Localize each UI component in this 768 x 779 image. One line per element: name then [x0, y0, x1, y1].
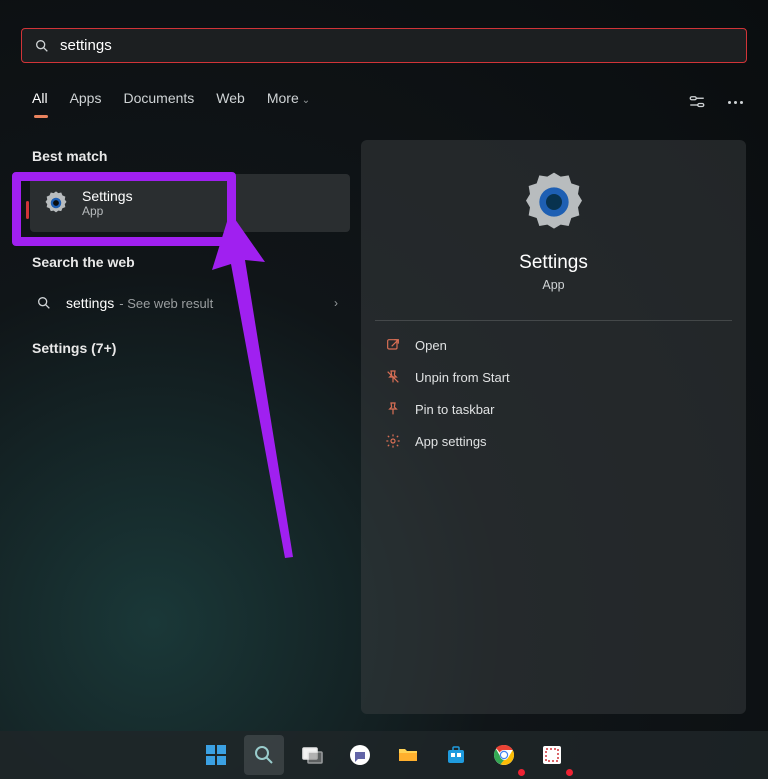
taskbar	[0, 731, 768, 779]
taskbar-file-explorer[interactable]	[388, 735, 428, 775]
gear-icon	[522, 170, 586, 234]
tab-documents[interactable]: Documents	[123, 90, 194, 114]
action-open-label: Open	[415, 338, 447, 353]
pin-icon	[385, 401, 401, 417]
search-input[interactable]	[60, 37, 734, 54]
action-appsettings-label: App settings	[415, 434, 487, 449]
web-result-term: settings	[66, 295, 114, 311]
preview-panel: Settings App Open Unpin from Start Pin t…	[361, 140, 746, 714]
annotation-selection-bar	[26, 201, 29, 219]
taskbar-chat[interactable]	[340, 735, 380, 775]
action-app-settings[interactable]: App settings	[375, 425, 732, 457]
taskbar-start-button[interactable]	[196, 735, 236, 775]
results-column: Best match Settings App Search the web s…	[20, 140, 350, 366]
search-icon	[36, 295, 52, 311]
notification-badge	[566, 769, 573, 776]
best-match-subtitle: App	[82, 204, 133, 218]
taskbar-task-view[interactable]	[292, 735, 332, 775]
tab-all[interactable]: All	[32, 90, 48, 114]
chat-icon	[348, 743, 372, 767]
settings-group-heading: Settings (7+)	[32, 340, 350, 356]
divider	[375, 320, 732, 321]
best-match-item-settings[interactable]: Settings App	[30, 174, 350, 232]
search-icon	[252, 743, 276, 767]
action-open[interactable]: Open	[375, 329, 732, 361]
search-icon	[34, 38, 50, 54]
more-options-icon[interactable]	[726, 93, 744, 111]
scope-tabs: All Apps Documents Web More⌄	[32, 90, 744, 114]
web-result-suffix: - See web result	[119, 296, 213, 311]
search-bar[interactable]	[21, 28, 747, 63]
tab-more[interactable]: More⌄	[267, 90, 310, 114]
task-view-icon	[300, 743, 324, 767]
action-pin-label: Pin to taskbar	[415, 402, 495, 417]
windows-logo-icon	[204, 743, 228, 767]
search-web-heading: Search the web	[32, 254, 350, 270]
folder-icon	[396, 743, 420, 767]
tab-apps[interactable]: Apps	[70, 90, 102, 114]
best-match-heading: Best match	[32, 148, 350, 164]
gear-icon	[42, 189, 70, 217]
chevron-down-icon: ⌄	[302, 95, 310, 106]
filter-icon[interactable]	[688, 93, 706, 111]
taskbar-snipping-tool[interactable]	[532, 735, 572, 775]
action-pin-taskbar[interactable]: Pin to taskbar	[375, 393, 732, 425]
action-unpin-start[interactable]: Unpin from Start	[375, 361, 732, 393]
preview-subtitle: App	[375, 278, 732, 292]
snip-icon	[540, 743, 564, 767]
unpin-icon	[385, 369, 401, 385]
store-icon	[444, 743, 468, 767]
gear-icon	[385, 433, 401, 449]
preview-title: Settings	[375, 252, 732, 274]
open-icon	[385, 337, 401, 353]
chevron-right-icon: ›	[334, 296, 338, 310]
tab-web[interactable]: Web	[216, 90, 245, 114]
best-match-title: Settings	[82, 188, 133, 204]
web-result-item[interactable]: settings - See web result ›	[20, 280, 350, 326]
taskbar-chrome[interactable]	[484, 735, 524, 775]
chrome-icon	[492, 743, 516, 767]
taskbar-search-button[interactable]	[244, 735, 284, 775]
action-unpin-label: Unpin from Start	[415, 370, 510, 385]
taskbar-store[interactable]	[436, 735, 476, 775]
notification-badge	[518, 769, 525, 776]
